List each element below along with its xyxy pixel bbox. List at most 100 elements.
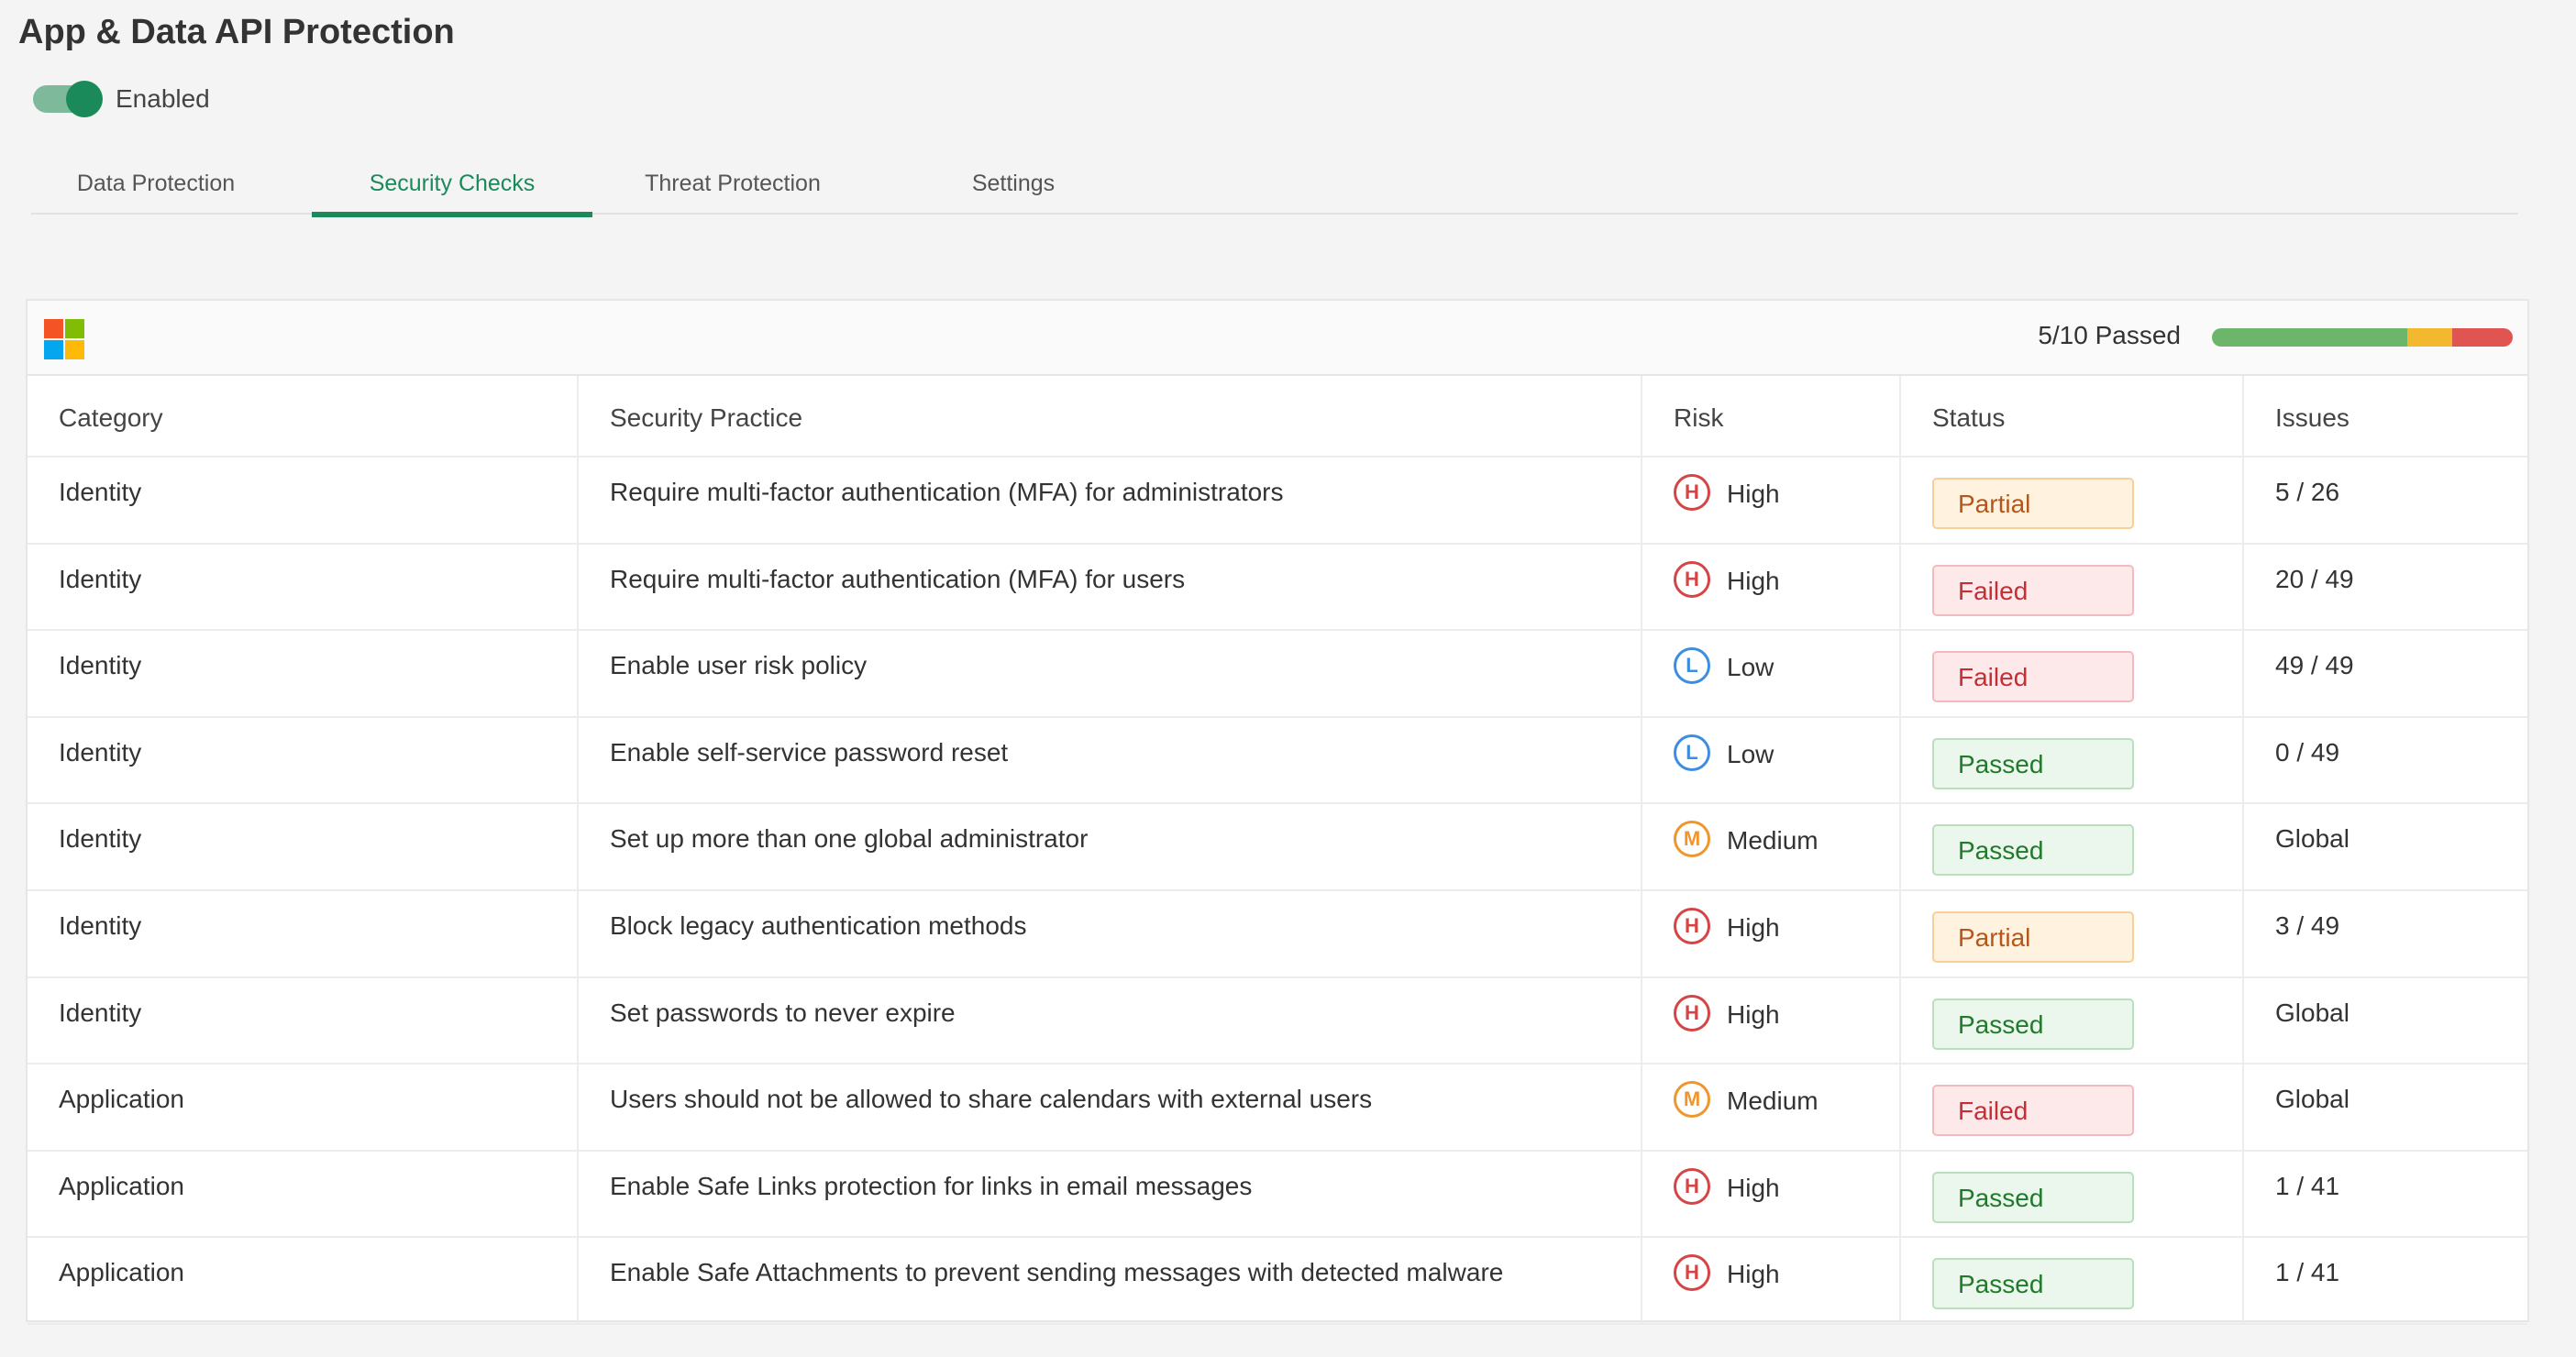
cell-status: Partial xyxy=(1899,457,2243,545)
logo-square xyxy=(44,319,63,338)
cell-status: Partial xyxy=(1899,889,2243,978)
risk-indicator: M Medium xyxy=(1674,821,1899,858)
risk-indicator: H High xyxy=(1674,1254,1899,1292)
cell-security-practice: Enable Safe Attachments to prevent sendi… xyxy=(577,1237,1642,1325)
cell-security-practice: Users should not be allowed to share cal… xyxy=(577,1064,1642,1152)
cell-status: Failed xyxy=(1899,543,2243,632)
cell-status: Passed xyxy=(1899,803,2243,891)
cell-security-practice: Require multi-factor authentication (MFA… xyxy=(577,457,1642,545)
cell-risk: M Medium xyxy=(1641,803,1900,891)
cell-category: Application xyxy=(28,1237,578,1325)
risk-level-icon: M xyxy=(1674,821,1710,858)
cell-issues: 20 / 49 xyxy=(2242,543,2527,632)
cell-status: Passed xyxy=(1899,1237,2243,1325)
cell-issues: 3 / 49 xyxy=(2242,889,2527,978)
table-row[interactable]: Application Users should not be allowed … xyxy=(28,1064,2527,1152)
cell-status: Passed xyxy=(1899,716,2243,805)
status-badge: Passed xyxy=(1932,1258,2134,1310)
tab-settings[interactable]: Settings xyxy=(873,152,1154,215)
table-row[interactable]: Identity Set passwords to never expire H… xyxy=(28,976,2527,1065)
enable-toggle[interactable] xyxy=(33,81,103,117)
table-row[interactable]: Identity Block legacy authentication met… xyxy=(28,889,2527,978)
risk-level-icon: H xyxy=(1674,907,1710,944)
cell-risk: H High xyxy=(1641,457,1900,545)
table-header-row: Category Security Practice Risk Status I… xyxy=(28,376,2527,458)
cell-category: Identity xyxy=(28,716,578,805)
progress-passed-segment xyxy=(2212,328,2408,347)
status-badge: Passed xyxy=(1932,824,2134,877)
cell-category: Identity xyxy=(28,803,578,891)
risk-indicator: L Low xyxy=(1674,647,1899,685)
progress-failed-segment xyxy=(2452,328,2513,347)
status-badge: Failed xyxy=(1932,564,2134,616)
tab-security-checks[interactable]: Security Checks xyxy=(312,152,592,217)
tab-data-protection[interactable]: Data Protection xyxy=(31,152,281,215)
cell-category: Application xyxy=(28,1150,578,1239)
table-row[interactable]: Identity Require multi-factor authentica… xyxy=(28,457,2527,545)
card-header: 5/10 Passed xyxy=(28,301,2527,376)
logo-square xyxy=(44,340,63,359)
risk-level-icon: L xyxy=(1674,734,1710,771)
status-badge: Passed xyxy=(1932,737,2134,789)
risk-level-icon: H xyxy=(1674,994,1710,1032)
cell-risk: H High xyxy=(1641,543,1900,632)
cell-security-practice: Block legacy authentication methods xyxy=(577,889,1642,978)
risk-level-icon: M xyxy=(1674,1081,1710,1119)
security-checks-card: 5/10 Passed Category Security Practice R… xyxy=(26,299,2529,1325)
table-row[interactable]: Identity Require multi-factor authentica… xyxy=(28,543,2527,632)
table-row[interactable]: Identity Enable user risk policy L Low F… xyxy=(28,630,2527,718)
table-row[interactable]: Identity Enable self-service password re… xyxy=(28,716,2527,805)
cell-issues: 1 / 41 xyxy=(2242,1237,2527,1325)
cell-status: Passed xyxy=(1899,1150,2243,1239)
risk-indicator: H High xyxy=(1674,907,1899,944)
risk-label: Medium xyxy=(1727,1087,1819,1116)
risk-label: High xyxy=(1727,999,1780,1029)
cell-status: Failed xyxy=(1899,1064,2243,1152)
security-checks-table: Category Security Practice Risk Status I… xyxy=(28,376,2527,1325)
table-row[interactable]: Application Enable Safe Links protection… xyxy=(28,1150,2527,1239)
cell-risk: L Low xyxy=(1641,630,1900,718)
risk-label: High xyxy=(1727,566,1780,595)
column-header-category[interactable]: Category xyxy=(28,376,578,458)
table-row[interactable]: Identity Set up more than one global adm… xyxy=(28,803,2527,891)
cell-issues: Global xyxy=(2242,976,2527,1065)
status-badge: Partial xyxy=(1932,478,2134,529)
table-row[interactable]: Application Enable Safe Attachments to p… xyxy=(28,1237,2527,1325)
column-header-issues[interactable]: Issues xyxy=(2242,376,2527,458)
risk-indicator: H High xyxy=(1674,1167,1899,1205)
cell-security-practice: Enable Safe Links protection for links i… xyxy=(577,1150,1642,1239)
cell-category: Identity xyxy=(28,976,578,1065)
cell-risk: H High xyxy=(1641,1150,1900,1239)
logo-square xyxy=(65,319,84,338)
cell-status: Failed xyxy=(1899,630,2243,718)
toggle-knob xyxy=(66,81,103,117)
status-badge: Passed xyxy=(1932,998,2134,1050)
cell-issues: 5 / 26 xyxy=(2242,457,2527,545)
passed-progress-bar xyxy=(2212,328,2513,347)
cell-category: Identity xyxy=(28,457,578,545)
column-header-risk[interactable]: Risk xyxy=(1641,376,1900,458)
risk-level-icon: H xyxy=(1674,560,1710,598)
risk-label: Low xyxy=(1727,653,1774,682)
status-badge: Passed xyxy=(1932,1171,2134,1223)
risk-label: Low xyxy=(1727,739,1774,768)
microsoft-logo-icon xyxy=(44,319,84,359)
status-badge: Failed xyxy=(1932,651,2134,703)
cell-issues: Global xyxy=(2242,1064,2527,1152)
risk-level-icon: L xyxy=(1674,647,1710,685)
column-header-security-practice[interactable]: Security Practice xyxy=(577,376,1642,458)
risk-indicator: M Medium xyxy=(1674,1081,1899,1119)
cell-risk: H High xyxy=(1641,1237,1900,1325)
tab-threat-protection[interactable]: Threat Protection xyxy=(592,152,873,215)
cell-issues: Global xyxy=(2242,803,2527,891)
risk-level-icon: H xyxy=(1674,1254,1710,1292)
risk-label: Medium xyxy=(1727,826,1819,855)
column-header-status[interactable]: Status xyxy=(1899,376,2243,458)
cell-risk: L Low xyxy=(1641,716,1900,805)
risk-indicator: L Low xyxy=(1674,734,1899,771)
risk-indicator: H High xyxy=(1674,994,1899,1032)
risk-indicator: H High xyxy=(1674,560,1899,598)
status-badge: Partial xyxy=(1932,910,2134,963)
cell-issues: 1 / 41 xyxy=(2242,1150,2527,1239)
cell-category: Identity xyxy=(28,630,578,718)
